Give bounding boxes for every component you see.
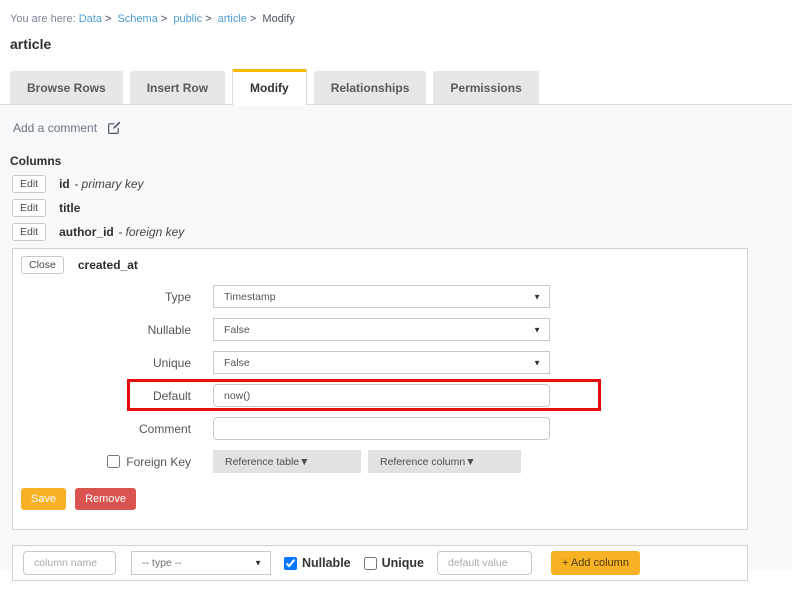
new-column-name-input[interactable] xyxy=(23,551,116,575)
type-select[interactable]: Timestamp ▼ xyxy=(213,285,550,308)
breadcrumb-link-data[interactable]: Data xyxy=(79,13,102,25)
chevron-down-icon: ▼ xyxy=(533,358,541,367)
foreign-key-label: Foreign Key xyxy=(126,455,191,469)
column-row-id: Edit id - primary key xyxy=(12,175,748,192)
add-column-button[interactable]: + Add column xyxy=(551,551,640,575)
column-name-title: title xyxy=(59,201,80,215)
edit-author-id-button[interactable]: Edit xyxy=(12,223,46,241)
field-row-foreign-key: Foreign Key Reference table ▼ Reference … xyxy=(21,450,747,473)
tab-permissions[interactable]: Permissions xyxy=(433,71,538,104)
add-comment-row: Add a comment xyxy=(12,121,748,135)
close-editor-button[interactable]: Close xyxy=(21,256,64,274)
edit-comment-icon[interactable] xyxy=(107,121,121,135)
new-column-default-input[interactable] xyxy=(437,551,532,575)
field-row-type: Type Timestamp ▼ xyxy=(21,285,747,308)
tab-bar: Browse Rows Insert Row Modify Relationsh… xyxy=(0,69,792,105)
breadcrumb-separator: > xyxy=(161,13,167,25)
default-label: Default xyxy=(21,389,191,403)
chevron-down-icon: ▼ xyxy=(533,292,541,301)
new-column-unique-label: Unique xyxy=(382,556,424,570)
add-column-bar: -- type -- ▼ Nullable Unique + Add colum… xyxy=(12,545,748,581)
field-row-comment: Comment xyxy=(21,417,747,440)
column-name-author-id: author_id xyxy=(59,225,114,239)
nullable-label: Nullable xyxy=(21,323,191,337)
new-column-unique-checkbox[interactable] xyxy=(364,557,377,570)
tab-relationships[interactable]: Relationships xyxy=(314,71,427,104)
comment-label: Comment xyxy=(21,422,191,436)
main-content: Add a comment Columns Edit id - primary … xyxy=(0,105,792,570)
column-row-title: Edit title xyxy=(12,199,748,216)
chevron-down-icon: ▼ xyxy=(254,559,262,568)
breadcrumb-separator: > xyxy=(205,13,211,25)
breadcrumb-separator: > xyxy=(105,13,111,25)
type-label: Type xyxy=(21,290,191,304)
new-column-nullable-label: Nullable xyxy=(302,556,351,570)
field-row-nullable: Nullable False ▼ xyxy=(21,318,747,341)
tab-insert-row[interactable]: Insert Row xyxy=(130,71,225,104)
breadcrumb-separator: > xyxy=(250,13,256,25)
column-note-id: - primary key xyxy=(74,177,143,191)
unique-label: Unique xyxy=(21,356,191,370)
breadcrumb-prefix: You are here: xyxy=(10,13,76,25)
save-button[interactable]: Save xyxy=(21,488,66,510)
new-column-type-select[interactable]: -- type -- ▼ xyxy=(131,551,271,575)
edit-title-button[interactable]: Edit xyxy=(12,199,46,217)
default-value-input[interactable] xyxy=(213,384,550,407)
editing-column-name: created_at xyxy=(78,258,138,272)
header-area: You are here: Data> Schema> public> arti… xyxy=(0,0,792,52)
column-row-author-id: Edit author_id - foreign key xyxy=(12,223,748,240)
reference-column-select[interactable]: Reference column ▼ xyxy=(368,450,521,473)
chevron-down-icon: ▼ xyxy=(465,456,475,468)
columns-heading: Columns xyxy=(10,154,748,168)
column-name-id: id xyxy=(59,177,70,191)
remove-button[interactable]: Remove xyxy=(75,488,136,510)
comment-input[interactable] xyxy=(213,417,550,440)
unique-select[interactable]: False ▼ xyxy=(213,351,550,374)
tab-modify[interactable]: Modify xyxy=(232,69,307,105)
field-row-default: Default xyxy=(21,384,747,407)
column-editor-created-at: Close created_at Type Timestamp ▼ Nullab… xyxy=(12,248,748,530)
reference-table-select[interactable]: Reference table ▼ xyxy=(213,450,361,473)
tab-browse-rows[interactable]: Browse Rows xyxy=(10,71,123,104)
chevron-down-icon: ▼ xyxy=(299,456,309,468)
foreign-key-checkbox[interactable] xyxy=(107,455,120,468)
field-row-unique: Unique False ▼ xyxy=(21,351,747,374)
breadcrumb-link-public[interactable]: public xyxy=(173,13,202,25)
breadcrumb-link-article[interactable]: article xyxy=(218,13,247,25)
edit-id-button[interactable]: Edit xyxy=(12,175,46,193)
new-column-nullable-checkbox[interactable] xyxy=(284,557,297,570)
breadcrumb-current: Modify xyxy=(262,13,294,25)
breadcrumb-link-schema[interactable]: Schema xyxy=(117,13,157,25)
nullable-select[interactable]: False ▼ xyxy=(213,318,550,341)
chevron-down-icon: ▼ xyxy=(533,325,541,334)
add-comment-label: Add a comment xyxy=(13,121,97,135)
breadcrumb: You are here: Data> Schema> public> arti… xyxy=(10,13,792,25)
page-title: article xyxy=(10,36,792,52)
column-note-author-id: - foreign key xyxy=(118,225,184,239)
